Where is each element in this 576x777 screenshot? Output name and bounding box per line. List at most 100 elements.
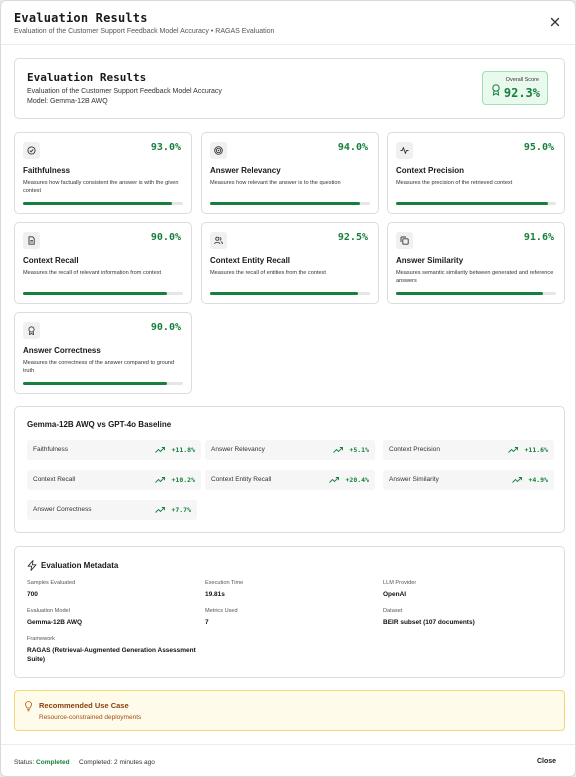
metric-value: 93.0% [150, 142, 181, 153]
modal-footer: Status: Completed Completed: 2 minutes a… [1, 744, 575, 776]
metadata-title: Evaluation Metadata [41, 561, 119, 570]
comparison-label: Context Recall [33, 476, 76, 483]
comparison-label: Faithfulness [33, 446, 69, 453]
users-icon [214, 236, 223, 245]
comparison-delta: +7.7% [171, 506, 191, 514]
metadata-label: Framework [27, 636, 55, 642]
metric-description: Measures how factually consistent the an… [23, 180, 179, 194]
comparison-delta: +11.6% [524, 446, 548, 454]
overall-score-badge: Overall Score 92.3% [482, 71, 548, 105]
metric-description: Measures the recall of entities from the… [210, 270, 326, 276]
metric-icon-box [210, 142, 227, 159]
metric-progress-track [23, 202, 183, 205]
metric-icon-box [23, 142, 40, 159]
metadata-value: OpenAI [383, 591, 407, 598]
overall-score-label: Overall Score [505, 77, 539, 83]
metadata-label: Execution Time [205, 580, 244, 586]
metric-icon-box [396, 232, 413, 249]
completed-time: Completed: 2 minutes ago [79, 759, 155, 766]
metadata-value: BEIR subset (107 documents) [383, 619, 475, 626]
comparison-item: Answer Correctness +7.7% [27, 500, 197, 520]
metric-description: Measures the correctness of the answer c… [23, 360, 175, 374]
metric-card-context-precision: 95.0% Context Precision Measures the pre… [387, 132, 565, 214]
award-icon [492, 84, 500, 96]
metric-name: Answer Similarity [396, 256, 464, 265]
metric-name: Faithfulness [23, 166, 71, 175]
status-badge: Completed [36, 759, 70, 766]
trending-up-icon [512, 477, 522, 483]
metric-value: 92.5% [337, 232, 368, 243]
modal-title: Evaluation Results [14, 11, 148, 25]
metric-icon-box [23, 232, 40, 249]
trending-up-icon [155, 447, 165, 453]
metric-icon-box [210, 232, 227, 249]
metric-progress-fill [396, 292, 543, 295]
lightbulb-icon [25, 701, 32, 712]
metric-description: Measures the precision of the retrieved … [396, 180, 513, 186]
trending-up-icon [155, 477, 165, 483]
metadata-value: 700 [27, 591, 38, 598]
metric-progress-track [210, 292, 370, 295]
metadata-value: 7 [205, 619, 209, 626]
comparison-item: Faithfulness +11.8% [27, 440, 201, 460]
comparison-item: Context Precision +11.6% [383, 440, 554, 460]
metadata-value: Gemma-12B AWQ [27, 619, 83, 626]
summary-model: Model: Gemma-12B AWQ [27, 98, 108, 105]
metric-card-answer-relevancy: 94.0% Answer Relevancy Measures how rele… [201, 132, 379, 214]
modal-header: Evaluation Results Evaluation of the Cus… [1, 1, 575, 45]
comparison-delta: +10.2% [171, 476, 195, 484]
metric-progress-fill [396, 202, 548, 205]
metric-progress-track [23, 292, 183, 295]
metric-progress-fill [23, 292, 167, 295]
zap-icon [27, 560, 37, 571]
comparison-label: Answer Similarity [389, 476, 439, 483]
comparison-delta: +11.8% [171, 446, 195, 454]
check-circle-icon [27, 146, 36, 155]
metadata-value: 19.81s [205, 591, 225, 598]
metric-card-context-recall: 90.0% Context Recall Measures the recall… [14, 222, 192, 304]
summary-card: Evaluation Results Evaluation of the Cus… [14, 58, 565, 119]
metric-value: 95.0% [523, 142, 554, 153]
comparison-item: Answer Similarity +4.9% [383, 470, 554, 490]
metric-name: Answer Relevancy [210, 166, 281, 175]
comparison-title: Gemma-12B AWQ vs GPT-4o Baseline [27, 420, 172, 429]
metric-progress-fill [23, 382, 167, 385]
metadata-label: Dataset [383, 608, 403, 614]
recommended-title: Recommended Use Case [39, 701, 129, 710]
metric-card-context-entity-recall: 92.5% Context Entity Recall Measures the… [201, 222, 379, 304]
metadata-label: Evaluation Model [27, 608, 70, 614]
metric-card-faithfulness: 93.0% Faithfulness Measures how factuall… [14, 132, 192, 214]
metric-card-answer-similarity: 91.6% Answer Similarity Measures semanti… [387, 222, 565, 304]
comparison-item: Answer Relevancy +5.1% [205, 440, 375, 460]
comparison-delta: +4.9% [528, 476, 548, 484]
metric-progress-fill [210, 202, 361, 205]
overall-score-value: 92.3% [503, 86, 540, 100]
metric-name: Context Recall [23, 256, 79, 265]
evaluation-results-modal: Evaluation Results Evaluation of the Cus… [0, 0, 576, 777]
summary-title: Evaluation Results [27, 71, 147, 84]
summary-description: Evaluation of the Customer Support Feedb… [27, 88, 222, 95]
metric-icon-box [23, 322, 40, 339]
comparison-delta: +5.1% [349, 446, 369, 454]
copy-icon [400, 236, 409, 245]
metric-value: 91.6% [523, 232, 554, 243]
comparison-label: Context Entity Recall [211, 476, 272, 483]
metadata-label: LLM Provider [383, 580, 417, 586]
award-icon [28, 326, 35, 335]
trending-up-icon [155, 507, 165, 513]
comparison-delta: +20.4% [345, 476, 369, 484]
metadata-label: Samples Evaluated [27, 580, 76, 586]
status-label: Status: [14, 759, 35, 766]
metric-value: 94.0% [337, 142, 368, 153]
metric-progress-fill [23, 202, 172, 205]
activity-icon [400, 147, 409, 154]
trending-up-icon [508, 447, 518, 453]
close-button[interactable]: Close [537, 758, 556, 765]
metric-name: Context Entity Recall [210, 256, 291, 265]
close-icon[interactable] [549, 16, 561, 28]
metric-progress-track [23, 382, 183, 385]
metric-card-answer-correctness: 90.0% Answer Correctness Measures the co… [14, 312, 192, 394]
metric-icon-box [396, 142, 413, 159]
modal-subtitle: Evaluation of the Customer Support Feedb… [14, 28, 275, 35]
trending-up-icon [333, 447, 343, 453]
